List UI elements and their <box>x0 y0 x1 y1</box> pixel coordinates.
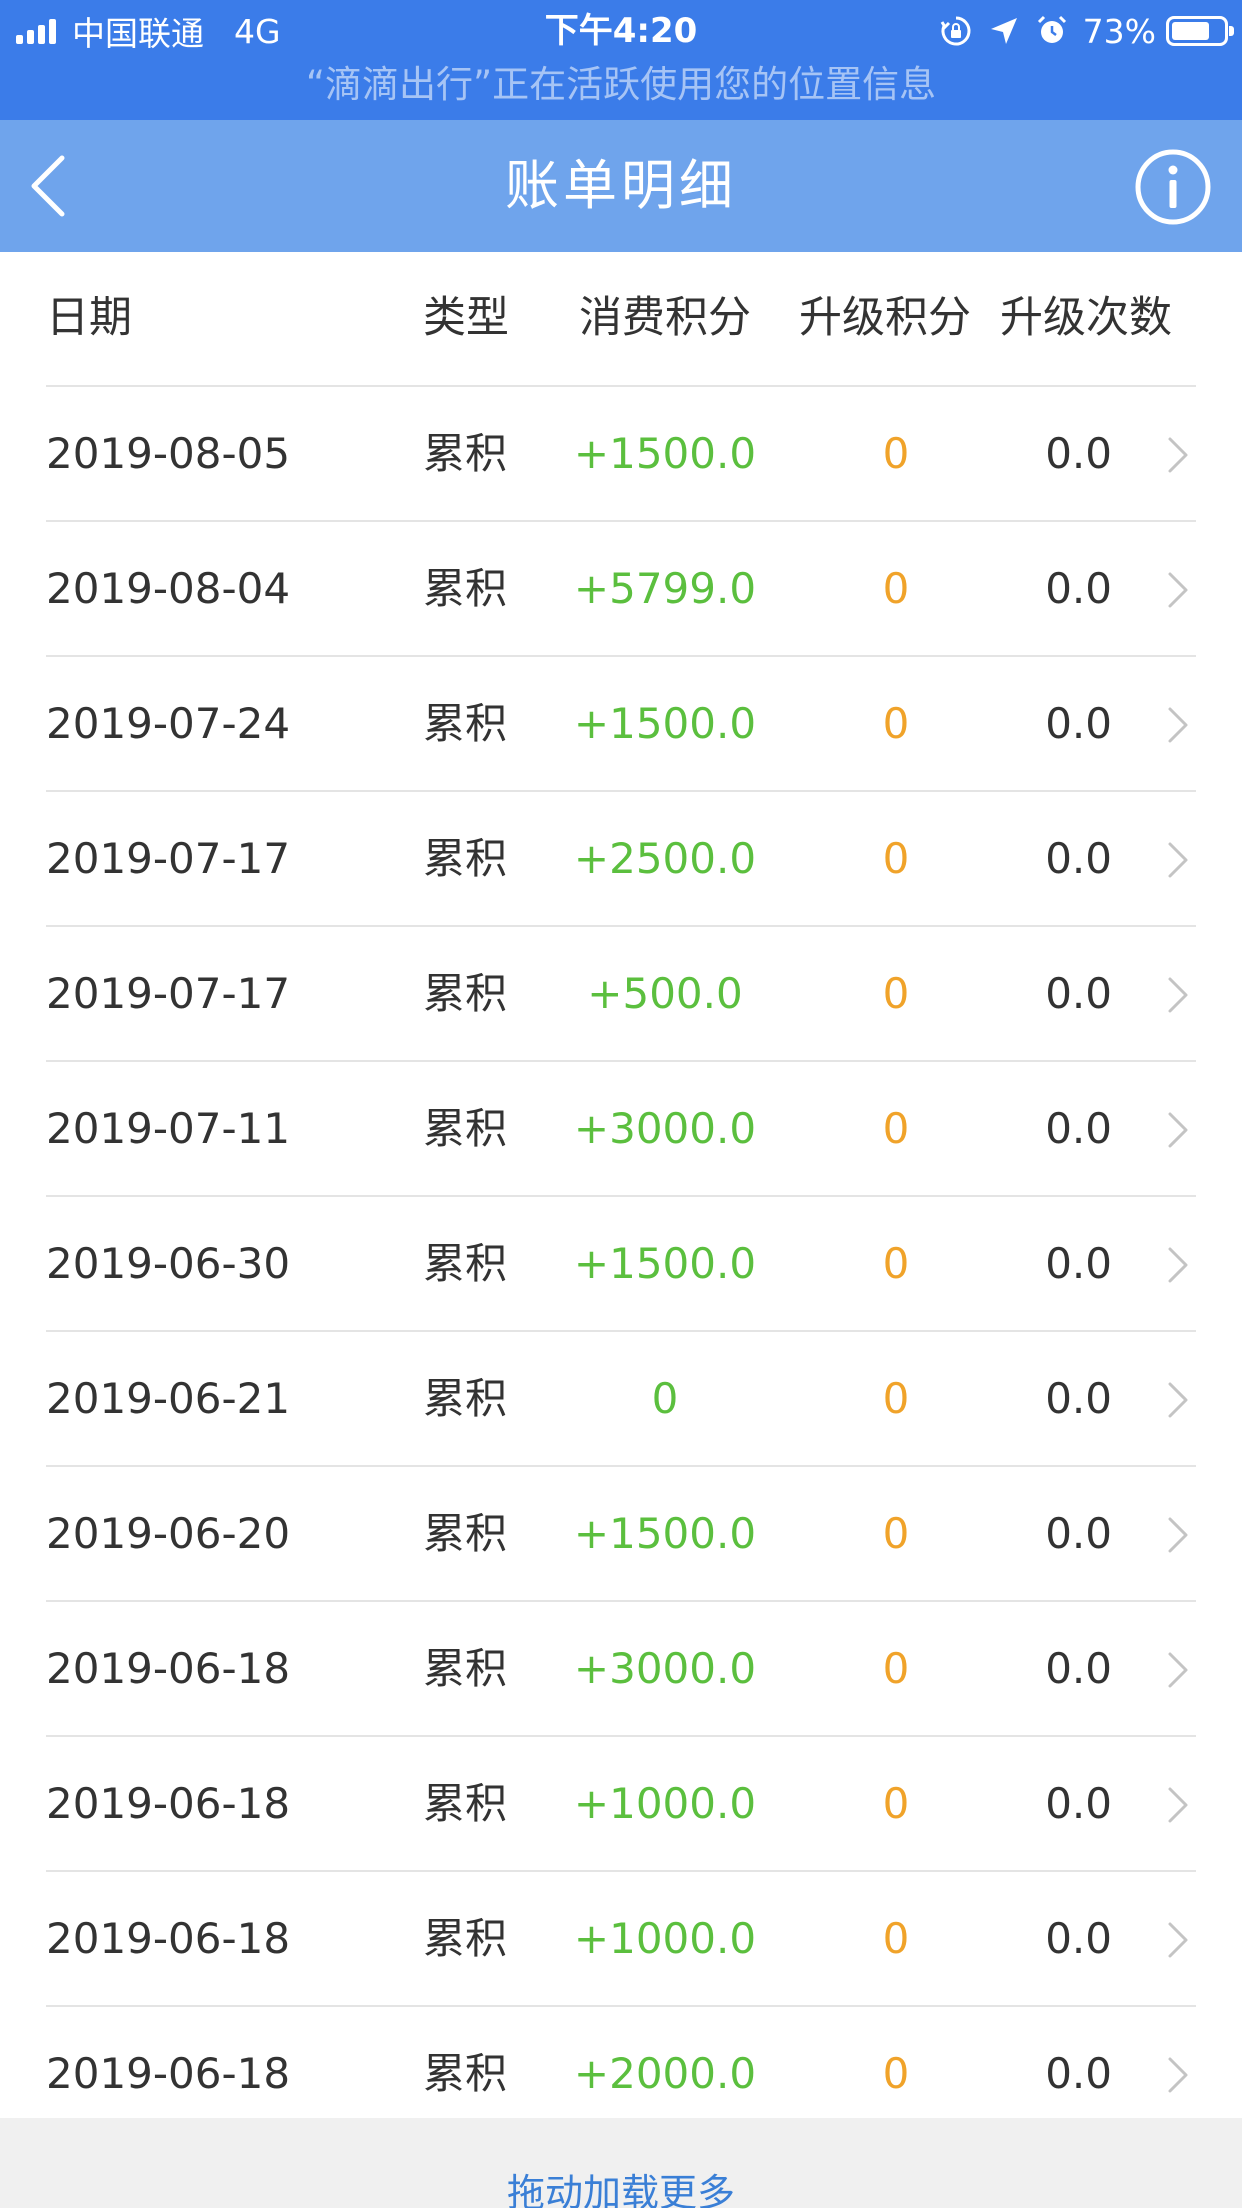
orientation-lock-icon <box>940 16 971 46</box>
chevron-right-icon <box>1168 707 1188 743</box>
table-row[interactable]: 2019-06-18 累积 +1000.0 0 0.0 <box>46 1737 1196 1872</box>
upgrade-count-cell: 0.0 <box>1045 1239 1112 1288</box>
date-cell: 2019-07-24 <box>46 699 291 748</box>
type-cell: 累积 <box>423 834 508 883</box>
table-row[interactable]: 2019-07-17 累积 +2500.0 0 0.0 <box>46 792 1196 927</box>
chevron-right-icon <box>1168 1112 1188 1148</box>
info-circle-icon <box>1135 149 1211 225</box>
page-title: 账单明细 <box>505 154 737 217</box>
upgrade-count-cell: 0.0 <box>1045 1914 1112 1963</box>
chevron-right-icon <box>1168 1382 1188 1418</box>
type-cell: 累积 <box>423 969 508 1018</box>
table-row[interactable]: 2019-07-11 累积 +3000.0 0 0.0 <box>46 1062 1196 1197</box>
date-cell: 2019-07-17 <box>46 834 291 883</box>
chevron-right-icon <box>1168 977 1188 1013</box>
chevron-right-icon <box>1168 437 1188 473</box>
header-upgrade-points: 升级积分 <box>799 293 971 343</box>
upgrade-count-cell: 0.0 <box>1045 1104 1112 1153</box>
navigation-bar: 账单明细 <box>0 120 1242 252</box>
type-cell: 累积 <box>423 1914 508 1963</box>
type-cell: 累积 <box>423 1374 508 1423</box>
upgrade-count-cell: 0.0 <box>1045 699 1112 748</box>
chevron-right-icon <box>1168 1247 1188 1283</box>
type-cell: 累积 <box>423 1104 508 1153</box>
type-cell: 累积 <box>423 699 508 748</box>
upgrade-count-cell: 0.0 <box>1045 1509 1112 1558</box>
type-cell: 累积 <box>423 564 508 613</box>
chevron-right-icon <box>1168 2057 1188 2093</box>
location-arrow-icon <box>990 18 1017 44</box>
header-type: 类型 <box>423 293 509 343</box>
upgrade-count-cell: 0.0 <box>1045 969 1112 1018</box>
chevron-right-icon <box>1168 1517 1188 1553</box>
upgrade-points-cell: 0 <box>882 429 910 478</box>
upgrade-points-cell: 0 <box>882 834 910 883</box>
upgrade-points-cell: 0 <box>882 699 910 748</box>
info-button[interactable] <box>1134 148 1212 226</box>
status-bar: 中国联通 4G 下午4:20 73% “滴滴出行”正在活跃使用您的位置信息 <box>0 0 1242 120</box>
chevron-right-icon <box>1168 1922 1188 1958</box>
date-cell: 2019-06-18 <box>46 1779 291 1828</box>
upgrade-points-cell: 0 <box>882 1914 910 1963</box>
battery-icon <box>1166 16 1234 46</box>
upgrade-count-cell: 0.0 <box>1045 1644 1112 1693</box>
table-row[interactable]: 2019-06-18 累积 +3000.0 0 0.0 <box>46 1602 1196 1737</box>
type-cell: 累积 <box>423 1779 508 1828</box>
upgrade-count-cell: 0.0 <box>1045 1374 1112 1423</box>
table-row[interactable]: 2019-08-04 累积 +5799.0 0 0.0 <box>46 522 1196 657</box>
date-cell: 2019-08-05 <box>46 429 291 478</box>
date-cell: 2019-06-18 <box>46 1644 291 1693</box>
battery-percent: 73% <box>1082 11 1156 51</box>
type-cell: 累积 <box>423 1644 508 1693</box>
upgrade-count-cell: 0.0 <box>1045 429 1112 478</box>
chevron-right-icon <box>1168 1652 1188 1688</box>
date-cell: 2019-06-20 <box>46 1509 291 1558</box>
upgrade-points-cell: 0 <box>882 1779 910 1828</box>
bill-detail-screen: 中国联通 4G 下午4:20 73% “滴滴出行”正在活跃使用您的位置信息 账单… <box>0 0 1242 2208</box>
upgrade-points-cell: 0 <box>882 1104 910 1153</box>
date-cell: 2019-06-21 <box>46 1374 291 1423</box>
header-upgrade-count: 升级次数 <box>1000 293 1172 343</box>
upgrade-points-cell: 0 <box>882 1239 910 1288</box>
upgrade-count-cell: 0.0 <box>1045 834 1112 883</box>
upgrade-count-cell: 0.0 <box>1045 1779 1112 1828</box>
date-cell: 2019-06-18 <box>46 1914 291 1963</box>
header-date: 日期 <box>46 293 132 343</box>
date-cell: 2019-06-30 <box>46 1239 291 1288</box>
upgrade-points-cell: 0 <box>882 1374 910 1423</box>
upgrade-count-cell: 0.0 <box>1045 564 1112 613</box>
table-row[interactable]: 2019-06-20 累积 +1500.0 0 0.0 <box>46 1467 1196 1602</box>
status-right: 73% <box>925 10 1234 52</box>
type-cell: 累积 <box>423 1239 508 1288</box>
upgrade-points-cell: 0 <box>882 1644 910 1693</box>
table-row[interactable]: 2019-06-21 累积 0 0 0.0 <box>46 1332 1196 1467</box>
date-cell: 2019-08-04 <box>46 564 291 613</box>
location-usage-notice[interactable]: “滴滴出行”正在活跃使用您的位置信息 <box>0 62 1242 108</box>
type-cell: 累积 <box>423 429 508 478</box>
upgrade-points-cell: 0 <box>882 564 910 613</box>
bill-table: 日期 类型 消费积分 升级积分 升级次数 2019-08-05 累积 +1500.0… <box>0 252 1242 2142</box>
table-header: 日期 类型 消费积分 升级积分 升级次数 <box>46 252 1196 387</box>
table-row[interactable]: 2019-06-30 累积 +1500.0 0 0.0 <box>46 1197 1196 1332</box>
chevron-right-icon <box>1168 1787 1188 1823</box>
table-row[interactable]: 2019-06-18 累积 +1000.0 0 0.0 <box>46 1872 1196 2007</box>
load-more-button[interactable]: 拖动加载更多 <box>0 2118 1242 2208</box>
date-cell: 2019-07-11 <box>46 1104 291 1153</box>
table-row[interactable]: 2019-08-05 累积 +1500.0 0 0.0 <box>46 387 1196 522</box>
date-cell: 2019-07-17 <box>46 969 291 1018</box>
type-cell: 累积 <box>423 1509 508 1558</box>
table-row[interactable]: 2019-07-24 累积 +1500.0 0 0.0 <box>46 657 1196 792</box>
table-row[interactable]: 2019-07-17 累积 +500.0 0 0.0 <box>46 927 1196 1062</box>
upgrade-points-cell: 0 <box>882 969 910 1018</box>
alarm-clock-icon <box>1037 15 1066 43</box>
chevron-right-icon <box>1168 842 1188 878</box>
upgrade-points-cell: 0 <box>882 1509 910 1558</box>
table-body: 2019-08-05 累积 +1500.0 0 0.0 2019-08-04 累积 +5799… <box>0 387 1242 2142</box>
chevron-right-icon <box>1168 572 1188 608</box>
